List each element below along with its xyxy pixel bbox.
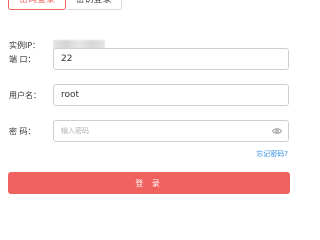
port-input[interactable] [61,51,261,67]
username-field[interactable] [53,84,289,106]
eye-icon[interactable] [272,127,282,135]
tab-key-login[interactable]: 密钥登录 [66,0,122,10]
password-label: 密 码： [9,127,36,136]
tab-password-login[interactable]: 密码登录 [8,0,66,10]
port-field[interactable] [53,48,289,70]
password-field[interactable] [53,120,289,142]
instance-ip-label: 实例IP： [9,41,41,50]
login-mode-tabs: 密码登录 密钥登录 [8,0,122,10]
login-button[interactable]: 登 录 [8,172,290,194]
forgot-password-link[interactable]: 忘记密码? [256,149,288,159]
port-label: 端 口： [9,55,36,64]
username-label: 用户名： [9,91,41,100]
password-input[interactable] [61,123,261,139]
username-input[interactable] [61,87,261,103]
login-panel: 密码登录 密钥登录 实例IP： 端 口： 用户名： 密 码： 忘记密码? 登 录 [0,0,300,200]
